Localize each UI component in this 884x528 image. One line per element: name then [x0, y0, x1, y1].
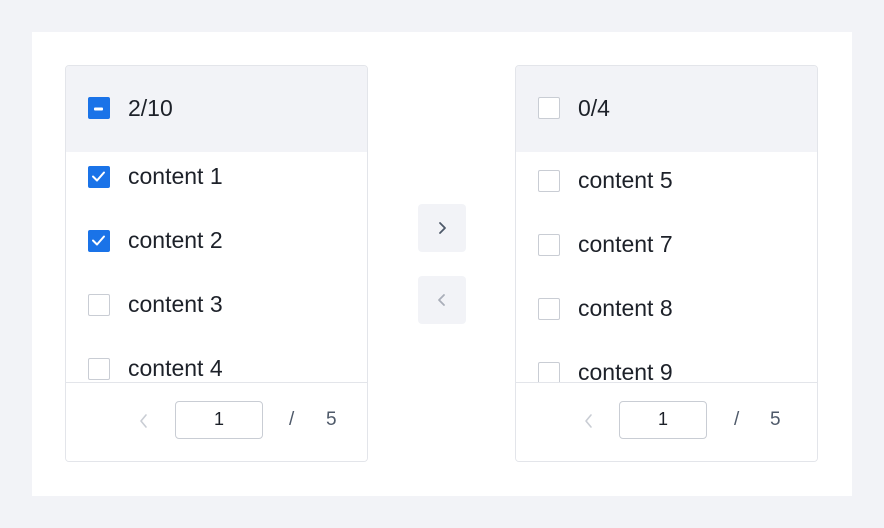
page-input[interactable]: 1 [175, 401, 263, 439]
page-separator: / [289, 409, 295, 430]
chevron-left-icon[interactable] [582, 411, 596, 431]
chevron-left-icon [438, 294, 445, 306]
item-checkbox[interactable] [88, 358, 110, 380]
move-to-source-button[interactable] [418, 276, 466, 324]
page-separator: / [734, 409, 740, 430]
target-pagination: 1 / 5 [516, 382, 817, 461]
item-checkbox[interactable] [88, 166, 110, 188]
item-checkbox[interactable] [538, 234, 560, 256]
list-item[interactable]: content 8 [516, 284, 817, 348]
list-item[interactable]: content 3 [66, 280, 367, 344]
check-icon [92, 171, 105, 182]
list-item[interactable]: content 9 [516, 348, 817, 385]
source-pagination: 1 / 5 [66, 382, 367, 461]
item-label: content 8 [578, 295, 673, 321]
page-input[interactable]: 1 [619, 401, 707, 439]
source-panel: 2/10 content 1 content 2 content 3 conte… [65, 65, 368, 462]
source-panel-header: 2/10 [66, 66, 367, 152]
target-select-all-checkbox[interactable] [538, 97, 560, 119]
move-to-target-button[interactable] [418, 204, 466, 252]
item-checkbox[interactable] [88, 294, 110, 316]
page-total: 5 [770, 409, 781, 430]
item-label: content 7 [578, 231, 673, 257]
transfer-card: 2/10 content 1 content 2 content 3 conte… [32, 32, 852, 496]
item-checkbox[interactable] [538, 362, 560, 384]
item-label: content 1 [128, 163, 223, 189]
target-list[interactable]: content 5 content 7 content 8 content 9 [516, 152, 817, 385]
item-label: content 9 [578, 359, 673, 385]
source-selected-count: 2/10 [128, 95, 173, 121]
item-checkbox[interactable] [538, 298, 560, 320]
item-label: content 4 [128, 355, 223, 381]
chevron-right-icon [439, 222, 446, 234]
source-select-all-checkbox[interactable] [88, 97, 110, 119]
list-item[interactable]: content 1 [66, 152, 367, 216]
list-item[interactable]: content 2 [66, 216, 367, 280]
item-checkbox[interactable] [538, 170, 560, 192]
list-item[interactable]: content 4 [66, 344, 367, 385]
item-label: content 3 [128, 291, 223, 317]
target-selected-count: 0/4 [578, 95, 610, 121]
target-panel-header: 0/4 [516, 66, 817, 152]
list-item[interactable]: content 7 [516, 220, 817, 284]
target-panel: 0/4 content 5 content 7 content 8 conten… [515, 65, 818, 462]
check-icon [92, 235, 105, 246]
list-item[interactable]: content 5 [516, 156, 817, 220]
item-label: content 2 [128, 227, 223, 253]
item-checkbox[interactable] [88, 230, 110, 252]
page-total: 5 [326, 409, 337, 430]
item-label: content 5 [578, 167, 673, 193]
chevron-left-icon[interactable] [137, 411, 151, 431]
minus-icon [94, 107, 103, 111]
source-list[interactable]: content 1 content 2 content 3 content 4 [66, 152, 367, 385]
